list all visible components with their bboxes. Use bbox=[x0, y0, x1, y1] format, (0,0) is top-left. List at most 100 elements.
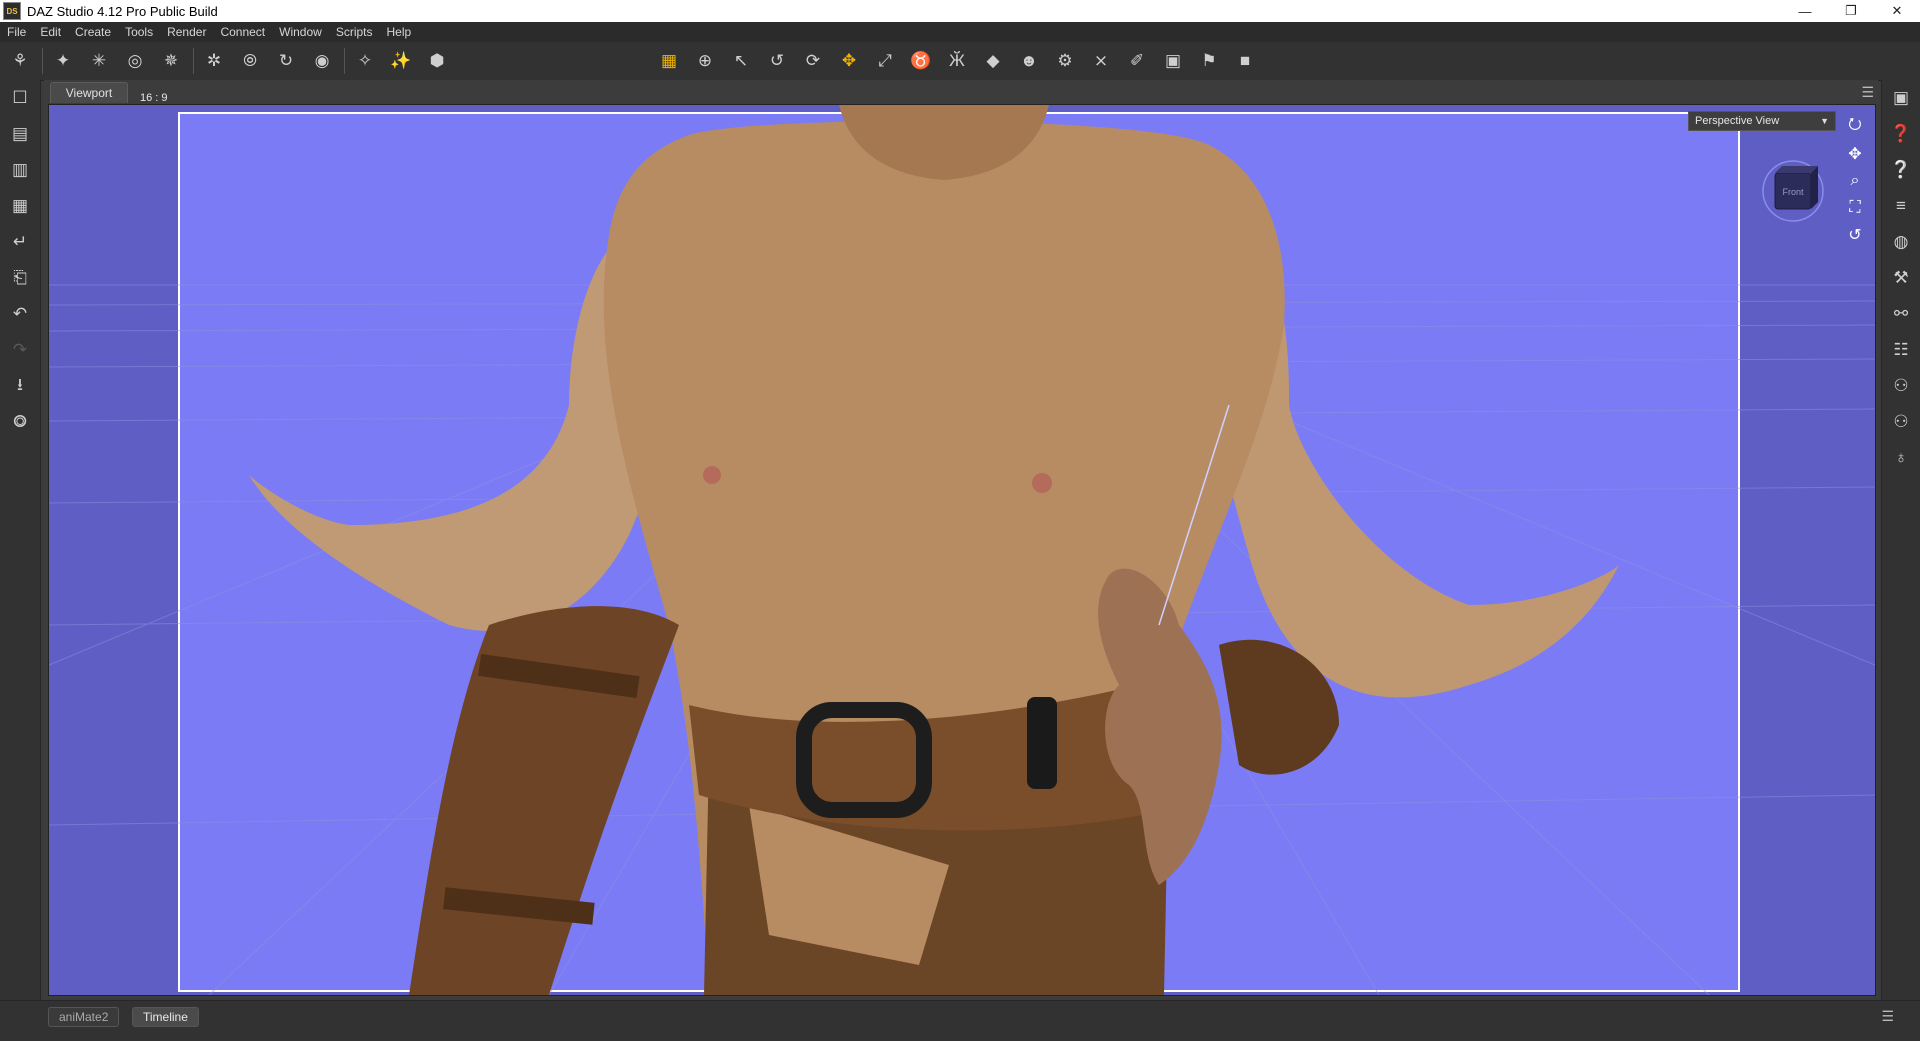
camera-tool-icon[interactable]: ▣ bbox=[1159, 47, 1187, 75]
drop-to-floor-icon[interactable]: ⭳ bbox=[0, 368, 40, 404]
translate-tool-icon[interactable]: ✥ bbox=[835, 47, 863, 75]
figure-tools-group: ⚘ ✦ ✳ ◎ ✵ ✲ ⦾ ↻ ◉ ✧ ✨ ⬢ bbox=[6, 47, 459, 75]
menu-connect[interactable]: Connect bbox=[213, 25, 272, 39]
joint-editor-icon[interactable]: ✦ bbox=[49, 47, 77, 75]
frame-camera-icon[interactable]: ⛶ bbox=[1844, 194, 1866, 221]
geometry-sculpt-icon[interactable]: ✨ bbox=[387, 47, 415, 75]
edit-tool-icon[interactable]: ✐ bbox=[1123, 47, 1151, 75]
scale-tool-icon[interactable]: ⤢ bbox=[871, 47, 899, 75]
chest-detail bbox=[703, 466, 721, 484]
right-sidebar: ▣ ❓ ❔ ≡ ◍ ⚒ ⚯ ☷ ⚇ ⚇ ♁ bbox=[1881, 80, 1920, 1000]
toolbar-divider bbox=[42, 48, 43, 74]
view-cube-graphic: Front bbox=[1762, 160, 1824, 222]
node-selection-icon[interactable]: ↖ bbox=[727, 47, 755, 75]
chest-detail bbox=[1032, 473, 1052, 493]
pose-tool-icon[interactable]: ♉ bbox=[907, 47, 935, 75]
pan-camera-icon[interactable]: ✥ bbox=[1844, 140, 1866, 167]
belt-loop bbox=[1027, 697, 1057, 789]
menu-create[interactable]: Create bbox=[68, 25, 118, 39]
view-cube[interactable]: Front bbox=[1760, 158, 1826, 224]
menu-help[interactable]: Help bbox=[380, 25, 419, 39]
geometry-editor-icon[interactable]: ◎ bbox=[121, 47, 149, 75]
twist-tool-icon[interactable]: ⟳ bbox=[799, 47, 827, 75]
redo-icon[interactable]: ↷ bbox=[0, 332, 40, 368]
main-toolbar: ⚘ ✦ ✳ ◎ ✵ ✲ ⦾ ↻ ◉ ✧ ✨ ⬢ ▦ ⊕ ↖ ↺ ⟳ ✥ ⤢ ♉ … bbox=[0, 42, 1920, 81]
bottom-pane-bar: aniMate2 Timeline ☰ bbox=[0, 1000, 1920, 1041]
lights-icon[interactable]: ⚇ bbox=[1882, 404, 1920, 440]
rotate-pose-icon[interactable]: ⦾ bbox=[236, 47, 264, 75]
camera-controls: ⭮ ✥ ⌕ ⛶ ↺ bbox=[1844, 113, 1866, 248]
surface-tool-icon[interactable]: ◆ bbox=[979, 47, 1007, 75]
tab-timeline[interactable]: Timeline bbox=[132, 1007, 199, 1027]
toolbar-divider bbox=[193, 48, 194, 74]
morph-tool-icon[interactable]: ✧ bbox=[351, 47, 379, 75]
export-icon[interactable]: ⎗ bbox=[0, 260, 40, 296]
surface-selection-icon[interactable]: Ӂ bbox=[943, 47, 971, 75]
pane-menu-icon[interactable]: ☰ bbox=[1861, 84, 1874, 101]
viewport-pane: Viewport ☰ bbox=[44, 80, 1878, 998]
tab-animate2[interactable]: aniMate2 bbox=[48, 1007, 120, 1027]
toolbar-divider bbox=[344, 48, 345, 74]
region-nav-icon[interactable]: ✵ bbox=[157, 47, 185, 75]
render-icon[interactable]: ■ bbox=[1231, 47, 1259, 75]
fit-to-icon[interactable]: ⭗ bbox=[0, 404, 40, 440]
chevron-down-icon: ▼ bbox=[1820, 116, 1829, 126]
window-controls: — ❐ ✕ bbox=[1782, 0, 1920, 22]
rotate-tool-icon[interactable]: ↺ bbox=[763, 47, 791, 75]
3d-viewport[interactable] bbox=[48, 104, 1876, 996]
content-library-icon[interactable]: ◍ bbox=[1882, 224, 1920, 260]
environment-icon[interactable]: ♁ bbox=[1882, 440, 1920, 476]
help-icon[interactable]: ❔ bbox=[1882, 152, 1920, 188]
save-icon[interactable]: ▦ bbox=[0, 188, 40, 224]
shape-tool-icon[interactable]: ⬢ bbox=[423, 47, 451, 75]
menu-bar: File Edit Create Tools Render Connect Wi… bbox=[0, 22, 1920, 42]
region-tool-icon[interactable]: ⨯ bbox=[1087, 47, 1115, 75]
menu-window[interactable]: Window bbox=[272, 25, 329, 39]
view-selector[interactable]: Perspective View ▼ bbox=[1688, 111, 1836, 131]
target-icon[interactable]: ◉ bbox=[308, 47, 336, 75]
viewport-scene bbox=[49, 105, 1875, 995]
title-bar: DS DAZ Studio 4.12 Pro Public Build — ❐ … bbox=[0, 0, 1920, 22]
shaping-icon[interactable]: ⚯ bbox=[1882, 296, 1920, 332]
open-icon[interactable]: ▤ bbox=[0, 116, 40, 152]
left-sidebar: ☐ ▤ ▥ ▦ ↵ ⎗ ↶ ↷ ⭳ ⭗ bbox=[0, 80, 41, 1000]
active-pose-icon[interactable]: ✲ bbox=[200, 47, 228, 75]
window-title: DAZ Studio 4.12 Pro Public Build bbox=[27, 3, 218, 19]
posing-icon[interactable]: ⚇ bbox=[1882, 368, 1920, 404]
surfaces-icon[interactable]: ☷ bbox=[1882, 332, 1920, 368]
close-button[interactable]: ✕ bbox=[1874, 0, 1920, 22]
grid-icon[interactable]: ▦ bbox=[655, 47, 683, 75]
pointer-tool-icon[interactable]: ⚑ bbox=[1195, 47, 1223, 75]
restore-button[interactable]: ❐ bbox=[1828, 0, 1874, 22]
orbit-camera-icon[interactable]: ⭮ bbox=[1844, 113, 1866, 140]
view-selector-value: Perspective View bbox=[1695, 115, 1780, 127]
whats-this-icon[interactable]: ❓ bbox=[1882, 116, 1920, 152]
menu-file[interactable]: File bbox=[0, 25, 33, 39]
scene-figure-icon[interactable]: ⚘ bbox=[6, 47, 34, 75]
tab-viewport[interactable]: Viewport bbox=[50, 82, 128, 103]
menu-render[interactable]: Render bbox=[160, 25, 213, 39]
merge-icon[interactable]: ▥ bbox=[0, 152, 40, 188]
twist-pose-icon[interactable]: ↻ bbox=[272, 47, 300, 75]
menu-edit[interactable]: Edit bbox=[33, 25, 68, 39]
zoom-camera-icon[interactable]: ⌕ bbox=[1844, 167, 1866, 194]
spot-render-icon[interactable]: ⚙ bbox=[1051, 47, 1079, 75]
undo-icon[interactable]: ↶ bbox=[0, 296, 40, 332]
daz-home-icon[interactable]: ▣ bbox=[1882, 80, 1920, 116]
view-cube-label: Front bbox=[1782, 187, 1804, 197]
aspect-ratio-label: 16 : 9 bbox=[140, 92, 168, 104]
figure-select-icon[interactable]: ☻ bbox=[1015, 47, 1043, 75]
menu-scripts[interactable]: Scripts bbox=[329, 25, 380, 39]
node-weight-icon[interactable]: ✳ bbox=[85, 47, 113, 75]
new-scene-icon[interactable]: ☐ bbox=[0, 80, 40, 116]
transform-tools-group: ▦ ⊕ ↖ ↺ ⟳ ✥ ⤢ ♉ Ӂ ◆ ☻ ⚙ ⨯ ✐ ▣ ⚑ ■ bbox=[655, 47, 1267, 75]
bottom-menu-icon[interactable]: ☰ bbox=[1881, 1008, 1894, 1025]
reset-camera-icon[interactable]: ↺ bbox=[1844, 221, 1866, 248]
universal-tool-icon[interactable]: ⊕ bbox=[691, 47, 719, 75]
minimize-button[interactable]: — bbox=[1782, 0, 1828, 22]
app-logo-icon: DS bbox=[3, 2, 21, 20]
scene-pane-icon[interactable]: ≡ bbox=[1882, 188, 1920, 224]
menu-tools[interactable]: Tools bbox=[118, 25, 160, 39]
import-icon[interactable]: ↵ bbox=[0, 224, 40, 260]
parameters-icon[interactable]: ⚒ bbox=[1882, 260, 1920, 296]
